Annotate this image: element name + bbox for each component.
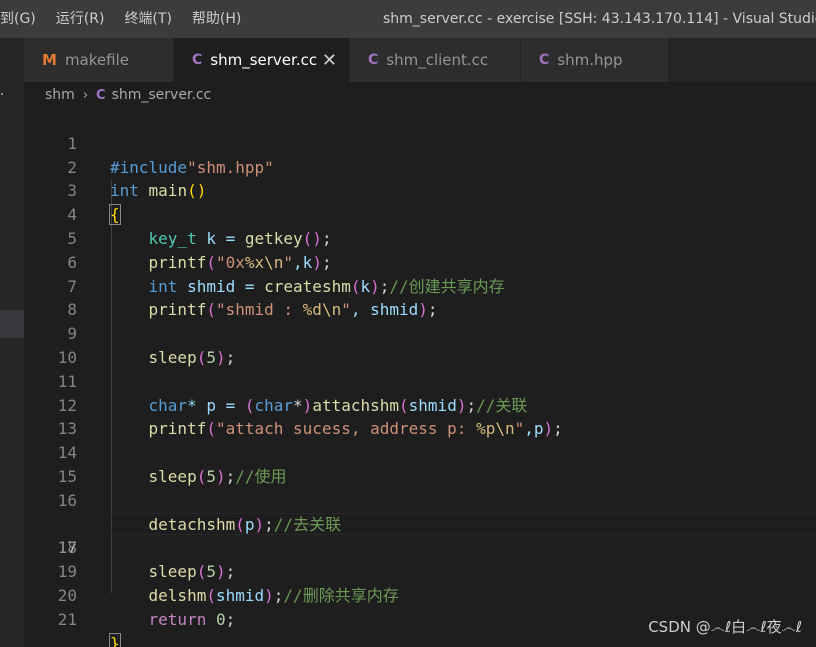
tab-label: makefile bbox=[64, 51, 129, 69]
watermark: CSDN @෴ℓ白෴ℓ夜෴ℓ bbox=[648, 618, 802, 636]
code-line: 21 } bbox=[24, 584, 816, 647]
code-line: 19 delshm(shmid);//删除共享内存 bbox=[24, 536, 816, 605]
code-line: 7 printf("shmid : %d\n", shmid); bbox=[24, 251, 816, 320]
code-editor[interactable]: 1 #include"shm.hpp" 2 int main() 3 { 4 k… bbox=[24, 108, 816, 647]
code-line: 18 bbox=[24, 513, 816, 557]
code-line: 20 return 0; bbox=[24, 560, 816, 629]
title-bar: 到(G) 运行(R) 终端(T) 帮助(H) shm_server.cc - e… bbox=[0, 0, 816, 38]
code-line: 13 bbox=[24, 394, 816, 438]
code-line: 14 sleep(5);//使用 bbox=[24, 417, 816, 486]
code-line: 1 #include"shm.hpp" bbox=[24, 108, 816, 177]
code-line: 4 key_t k = getkey(); bbox=[24, 179, 816, 248]
line-content: return 0; bbox=[148, 609, 236, 629]
code-line: 5 printf("0x%x\n",k); bbox=[24, 203, 816, 272]
activity-bar: · bbox=[0, 38, 24, 647]
line-content: } bbox=[109, 632, 121, 647]
breadcrumb-file[interactable]: shm_server.cc bbox=[112, 87, 212, 103]
menu-help[interactable]: 帮助(H) bbox=[182, 0, 251, 38]
breadcrumb-folder[interactable]: shm bbox=[45, 87, 75, 103]
cpp-file-icon: C bbox=[96, 87, 106, 103]
code-line: 9 sleep(5); bbox=[24, 298, 816, 367]
window-title: shm_server.cc - exercise [SSH: 43.143.17… bbox=[383, 11, 816, 27]
code-line: 8 bbox=[24, 275, 816, 319]
more-actions-icon[interactable]: · bbox=[0, 88, 4, 103]
code-line-current: 17 sleep(5); bbox=[24, 489, 816, 581]
tab-shm-server[interactable]: C shm_server.cc ✕ bbox=[174, 38, 350, 82]
cpp-file-icon: C bbox=[192, 52, 203, 68]
tab-label: shm_client.cc bbox=[386, 51, 489, 69]
editor-tabs: M makefile C shm_server.cc ✕ C shm_clien… bbox=[24, 38, 816, 82]
chevron-right-icon: › bbox=[82, 87, 89, 103]
close-icon[interactable]: ✕ bbox=[322, 50, 337, 71]
code-line: 2 int main() bbox=[24, 132, 816, 201]
line-number: 21 bbox=[57, 609, 77, 629]
tab-shm-client[interactable]: C shm_client.cc bbox=[350, 38, 521, 82]
activity-bar-selection bbox=[0, 310, 24, 338]
code-line: 16 detachshm(p);//去关联 bbox=[24, 465, 816, 534]
menu-goto[interactable]: 到(G) bbox=[0, 0, 46, 38]
menu-run[interactable]: 运行(R) bbox=[46, 0, 115, 38]
code-line: 12 printf("attach sucess, address p: %p\… bbox=[24, 370, 816, 439]
code-line: 10 bbox=[24, 322, 816, 367]
code-line: 15 bbox=[24, 441, 816, 486]
code-line: 6 int shmid = createshm(k);//创建共享内存 bbox=[24, 227, 816, 296]
tab-makefile[interactable]: M makefile bbox=[24, 38, 174, 82]
code-line: 11 char* p = (char*)attachshm(shmid);//关… bbox=[24, 346, 816, 415]
menu-terminal[interactable]: 终端(T) bbox=[114, 0, 181, 38]
makefile-icon: M bbox=[42, 51, 57, 69]
breadcrumb: shm › C shm_server.cc bbox=[45, 82, 211, 108]
tab-label: shm.hpp bbox=[557, 51, 623, 69]
tab-shm-hpp[interactable]: C shm.hpp bbox=[521, 38, 669, 82]
cpp-file-icon: C bbox=[539, 52, 550, 68]
cpp-file-icon: C bbox=[368, 52, 379, 68]
code-line: 3 { bbox=[24, 156, 816, 226]
tab-label: shm_server.cc bbox=[210, 51, 318, 69]
